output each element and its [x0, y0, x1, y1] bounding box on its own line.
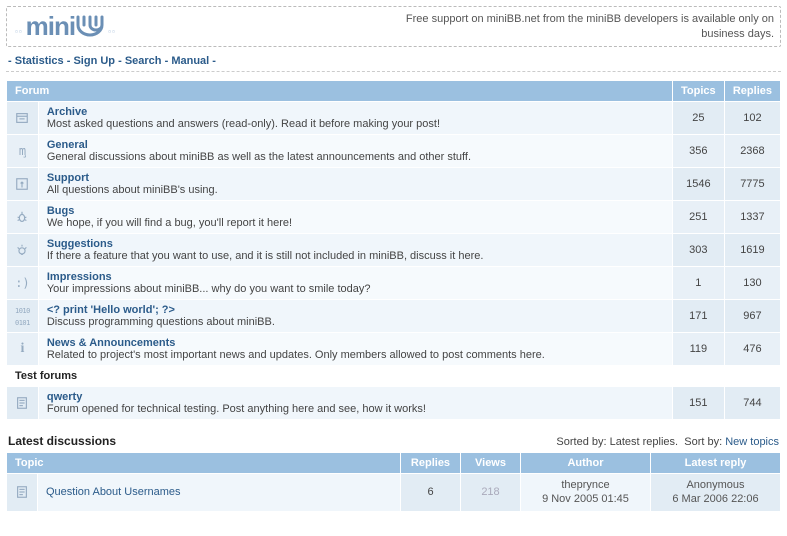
topic-count: 25	[672, 102, 724, 135]
support-icon	[7, 168, 39, 201]
logo-link[interactable]: ▫▫ mini ▫▫	[13, 11, 118, 42]
forum-info: ImpressionsYour impressions about miniBB…	[38, 267, 672, 300]
forum-desc: Most asked questions and answers (read-o…	[47, 118, 440, 130]
topic-count: 151	[672, 387, 724, 420]
info-icon: i	[7, 333, 39, 366]
bug-icon	[7, 201, 39, 234]
page-icon	[7, 387, 39, 420]
forum-info: GeneralGeneral discussions about miniBB …	[38, 135, 672, 168]
topics-header-row: Topic Replies Views Author Latest reply	[7, 453, 781, 474]
reply-count: 2368	[724, 135, 780, 168]
forum-link[interactable]: News & Announcements	[47, 337, 176, 349]
forum-row: ArchiveMost asked questions and answers …	[7, 102, 781, 135]
reply-count: 102	[724, 102, 780, 135]
topic-replies: 6	[401, 474, 461, 512]
col-topic: Topic	[7, 453, 401, 474]
topic-info: Question About Usernames	[38, 474, 401, 512]
forum-row: iNews & AnnouncementsRelated to project'…	[7, 333, 781, 366]
col-topics: Topics	[672, 81, 724, 102]
reply-count: 130	[724, 267, 780, 300]
topic-count: 1	[672, 267, 724, 300]
forum-desc: If there a feature that you want to use,…	[47, 250, 484, 262]
reply-count: 7775	[724, 168, 780, 201]
forum-info: SupportAll questions about miniBB's usin…	[38, 168, 672, 201]
forum-desc: Your impressions about miniBB... why do …	[47, 283, 371, 295]
logo-decoration-right: ▫▫	[108, 27, 116, 42]
sort-info: Sorted by: Latest replies. Sort by: New …	[556, 436, 779, 448]
topic-count: 1546	[672, 168, 724, 201]
nav-bar: - Statistics - Sign Up - Search - Manual…	[6, 51, 781, 72]
sort-new-topics-link[interactable]: New topics	[725, 436, 779, 448]
col-t-replies: Replies	[401, 453, 461, 474]
topic-views: 218	[461, 474, 521, 512]
topic-row: Question About Usernames 6218theprynce9 N…	[7, 474, 781, 512]
nav-search[interactable]: Search	[125, 55, 162, 67]
reply-count: 744	[724, 387, 780, 420]
nav-statistics[interactable]: Statistics	[15, 55, 64, 67]
archive-icon	[7, 102, 39, 135]
header-bar: ▫▫ mini ▫▫ Free support on miniBB.net fr…	[6, 6, 781, 47]
code-icon: 10100101	[7, 300, 39, 333]
forum-desc: General discussions about miniBB as well…	[47, 151, 471, 163]
forum-link[interactable]: General	[47, 139, 88, 151]
forum-info: <? print 'Hello world'; ?>Discuss progra…	[38, 300, 672, 333]
forum-table: Forum Topics Replies ArchiveMost asked q…	[6, 80, 781, 420]
topic-count: 303	[672, 234, 724, 267]
latest-header: Latest discussions Sorted by: Latest rep…	[6, 434, 781, 448]
tagline: Free support on miniBB.net from the mini…	[394, 12, 774, 41]
section-test-forums: Test forums	[7, 366, 781, 387]
forum-info: SuggestionsIf there a feature that you w…	[38, 234, 672, 267]
reply-count: 1337	[724, 201, 780, 234]
topic-author: theprynce9 Nov 2005 01:45	[521, 474, 651, 512]
forum-row: qwertyForum opened for technical testing…	[7, 387, 781, 420]
forum-link[interactable]: Impressions	[47, 271, 112, 283]
page-icon	[7, 474, 38, 512]
forum-info: qwertyForum opened for technical testing…	[38, 387, 672, 420]
forum-row: :)ImpressionsYour impressions about mini…	[7, 267, 781, 300]
forum-row: m̧GeneralGeneral discussions about miniB…	[7, 135, 781, 168]
general-icon: m̧	[7, 135, 39, 168]
col-replies: Replies	[724, 81, 780, 102]
reply-count: 967	[724, 300, 780, 333]
topic-link[interactable]: Question About Usernames	[46, 486, 181, 498]
nav-manual[interactable]: Manual	[171, 55, 209, 67]
forum-link[interactable]: Support	[47, 172, 89, 184]
forum-desc: Forum opened for technical testing. Post…	[47, 403, 426, 415]
forum-info: ArchiveMost asked questions and answers …	[38, 102, 672, 135]
forum-info: BugsWe hope, if you will find a bug, you…	[38, 201, 672, 234]
topic-count: 171	[672, 300, 724, 333]
smile-icon: :)	[7, 267, 39, 300]
forum-row: BugsWe hope, if you will find a bug, you…	[7, 201, 781, 234]
topic-count: 356	[672, 135, 724, 168]
idea-icon	[7, 234, 39, 267]
forum-row: SupportAll questions about miniBB's usin…	[7, 168, 781, 201]
topic-latest-reply: Anonymous6 Mar 2006 22:06	[651, 474, 781, 512]
forum-link[interactable]: Bugs	[47, 205, 75, 217]
forum-link[interactable]: qwerty	[47, 391, 82, 403]
forum-row: SuggestionsIf there a feature that you w…	[7, 234, 781, 267]
forum-desc: We hope, if you will find a bug, you'll …	[47, 217, 292, 229]
forum-header-row: Forum Topics Replies	[7, 81, 781, 102]
topics-table: Topic Replies Views Author Latest reply …	[6, 452, 781, 512]
logo-decoration-left: ▫▫	[15, 27, 23, 42]
reply-count: 1619	[724, 234, 780, 267]
reply-count: 476	[724, 333, 780, 366]
col-views: Views	[461, 453, 521, 474]
forum-row: 10100101<? print 'Hello world'; ?>Discus…	[7, 300, 781, 333]
topic-count: 251	[672, 201, 724, 234]
forum-desc: Related to project's most important news…	[47, 349, 545, 361]
forum-desc: All questions about miniBB's using.	[47, 184, 218, 196]
logo-text: mini	[26, 11, 105, 42]
col-author: Author	[521, 453, 651, 474]
forum-link[interactable]: <? print 'Hello world'; ?>	[47, 304, 175, 316]
forum-desc: Discuss programming questions about mini…	[47, 316, 275, 328]
col-forum: Forum	[7, 81, 673, 102]
forum-link[interactable]: Suggestions	[47, 238, 113, 250]
forum-link[interactable]: Archive	[47, 106, 87, 118]
latest-heading: Latest discussions	[8, 434, 116, 448]
nav-sign-up[interactable]: Sign Up	[73, 55, 115, 67]
topic-count: 119	[672, 333, 724, 366]
col-latest-reply: Latest reply	[651, 453, 781, 474]
forum-info: News & AnnouncementsRelated to project's…	[38, 333, 672, 366]
